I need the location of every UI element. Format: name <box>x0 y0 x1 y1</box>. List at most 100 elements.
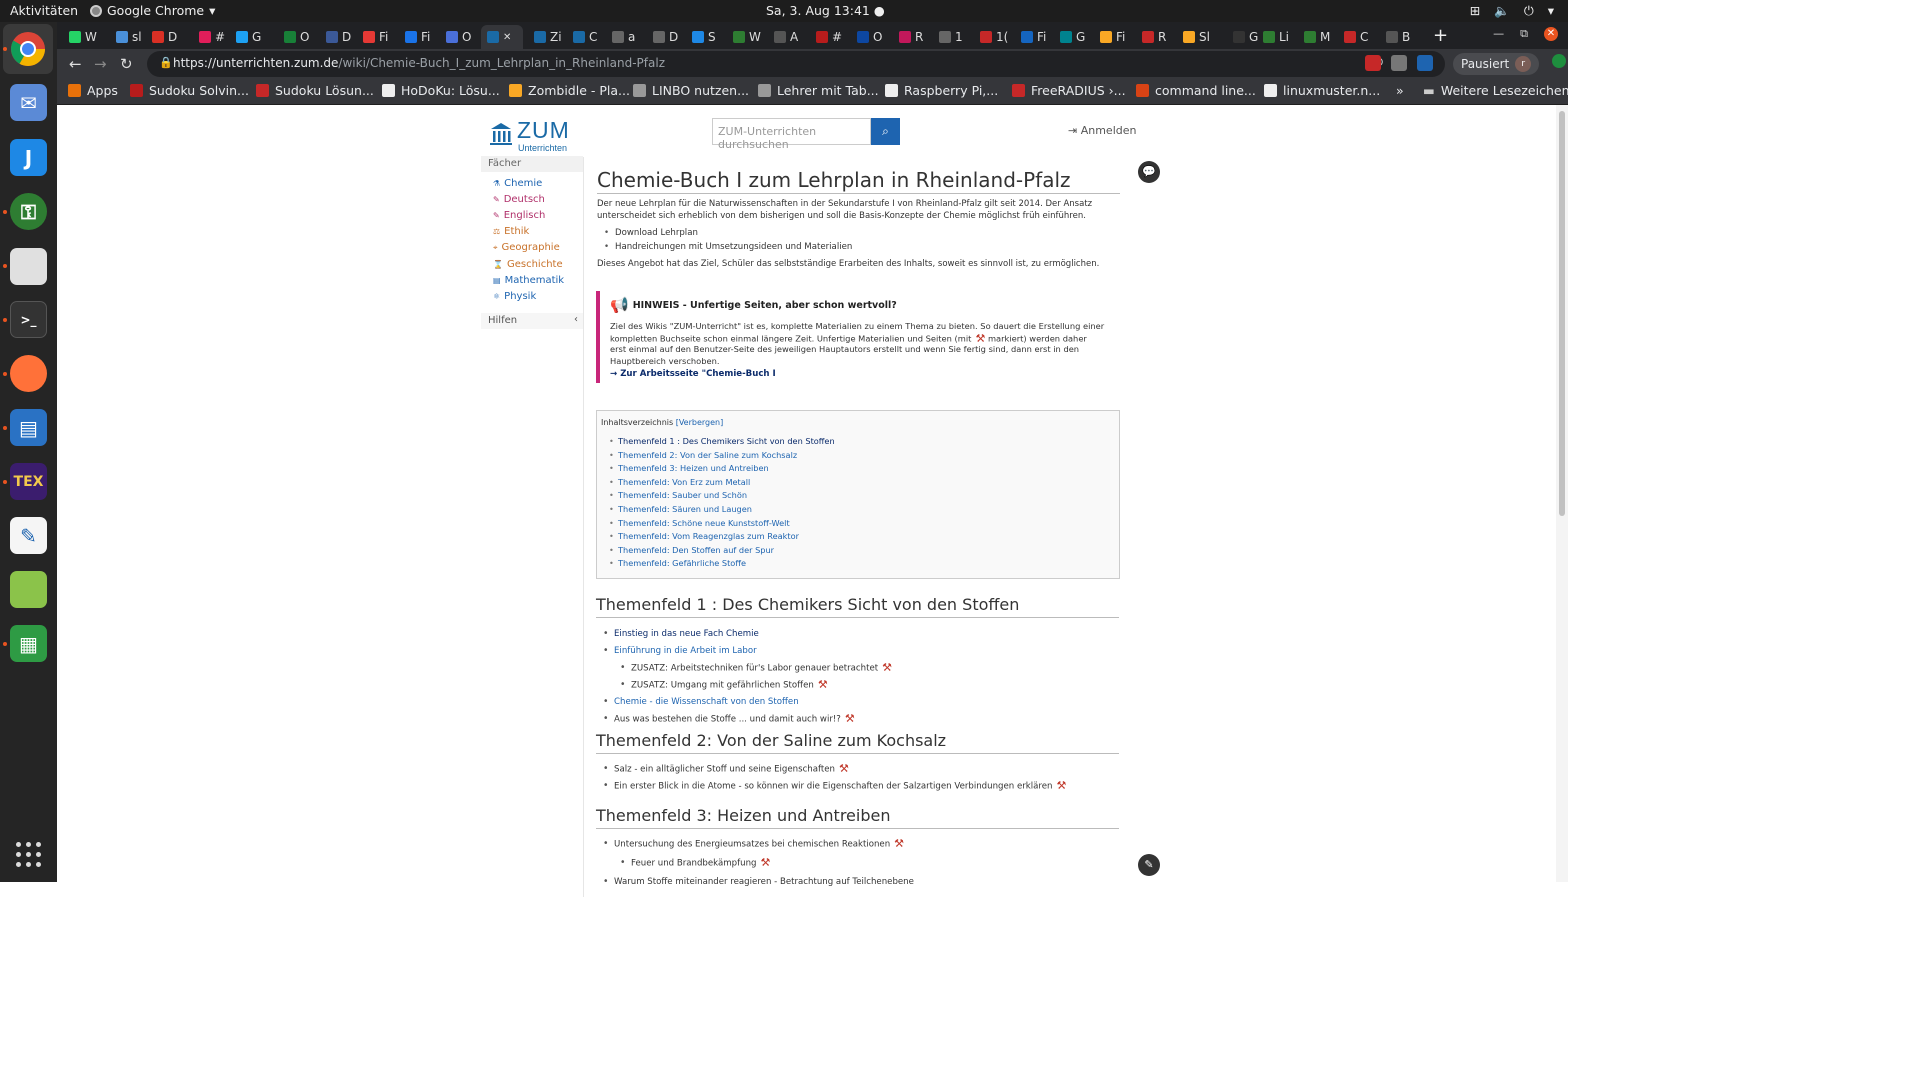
intro-link[interactable]: Handreichungen mit Umsetzungsideen und M… <box>597 240 1133 254</box>
files-dock-icon[interactable] <box>10 248 47 285</box>
update-menu-icon[interactable] <box>1552 54 1566 68</box>
sidebar-item-ethik[interactable]: ⚖ Ethik <box>493 224 583 240</box>
other-bookmarks-folder[interactable]: ▬ Weitere Lesezeichen <box>1423 83 1570 98</box>
browser-tab[interactable]: Fi <box>1015 25 1051 49</box>
bookmark-item[interactable]: LINBO nutzen... <box>633 83 749 98</box>
forward-icon[interactable]: → <box>94 55 107 73</box>
browser-tab[interactable]: G <box>230 25 266 49</box>
clock[interactable]: Sa, 3. Aug 13:41 ● <box>766 3 885 18</box>
browser-tab[interactable]: O <box>440 25 476 49</box>
texmaker-dock-icon[interactable]: TEX <box>10 463 47 500</box>
bookmark-item[interactable]: Apps <box>68 83 118 98</box>
sidebar-item-mathematik[interactable]: ▤ Mathematik <box>493 272 583 288</box>
toc-item[interactable]: Themenfeld: Schöne neue Kunststoff-Welt <box>609 518 1115 532</box>
bookmark-item[interactable]: Zombidle - Pla... <box>509 83 630 98</box>
browser-tab[interactable]: O <box>851 25 887 49</box>
extension-icon[interactable] <box>1365 55 1381 71</box>
writer-dock-icon[interactable]: ▤ <box>10 409 47 446</box>
browser-tab[interactable]: D <box>320 25 356 49</box>
browser-tab[interactable]: A <box>768 25 804 49</box>
sidebar-help-toggle[interactable]: Hilfen ‹ <box>481 312 583 329</box>
reload-icon[interactable]: ↻ <box>120 55 133 73</box>
profile-button[interactable]: Pausiert r <box>1453 53 1540 75</box>
text-editor-dock-icon[interactable]: ✎ <box>10 517 47 554</box>
extension-icon[interactable] <box>1417 55 1433 71</box>
intro-link[interactable]: Download Lehrplan <box>597 226 1133 240</box>
edit-tools-icon[interactable]: ✎ <box>1138 854 1160 876</box>
chat-icon[interactable]: 💬 <box>1138 161 1160 183</box>
search-button[interactable]: ⌕ <box>871 118 900 145</box>
browser-tab[interactable]: B <box>1380 25 1416 49</box>
browser-tab[interactable]: # <box>193 25 229 49</box>
toc-hide-link[interactable]: [Verbergen] <box>676 418 724 427</box>
terminal-dock-icon[interactable]: >_ <box>10 301 47 338</box>
list-item-text[interactable]: Einstieg in das neue Fach Chemie <box>614 629 759 639</box>
browser-tab[interactable]: a <box>606 25 642 49</box>
list-item[interactable]: Chemie - die Wissenschaft von den Stoffe… <box>596 694 892 711</box>
browser-tab[interactable]: M <box>1298 25 1334 49</box>
browser-tab[interactable]: # <box>810 25 846 49</box>
browser-tab[interactable]: Fi <box>357 25 393 49</box>
app-menu[interactable]: Google Chrome ▾ <box>90 3 215 18</box>
browser-tab[interactable]: O <box>278 25 314 49</box>
address-bar[interactable]: 🔒 https://unterrichten.zum.de/wiki/Chemi… <box>147 51 1445 77</box>
toc-item[interactable]: Themenfeld 1 : Des Chemikers Sicht von d… <box>609 436 1115 450</box>
sidebar-item-physik[interactable]: ⚛ Physik <box>493 288 583 304</box>
scrollbar-thumb[interactable] <box>1559 111 1565 516</box>
bookmark-item[interactable]: FreeRADIUS ›... <box>1012 83 1126 98</box>
browser-tab[interactable]: Sl <box>1177 25 1213 49</box>
close-window-button[interactable]: ✕ <box>1544 27 1558 41</box>
bookmark-item[interactable]: linuxmuster.n... <box>1264 83 1380 98</box>
browser-tab[interactable]: C <box>1338 25 1374 49</box>
browser-tab[interactable]: Li <box>1257 25 1293 49</box>
browser-tab-active[interactable]: ✕ <box>481 25 523 49</box>
minimize-button[interactable]: — <box>1493 27 1504 41</box>
back-icon[interactable]: ← <box>69 55 82 73</box>
messages-dock-icon[interactable]: ✉ <box>10 84 47 121</box>
browser-tab[interactable]: S <box>686 25 722 49</box>
browser-tab[interactable]: W <box>727 25 763 49</box>
toc-item[interactable]: Themenfeld: Sauber und Schön <box>609 490 1115 504</box>
bookmark-item[interactable]: Sudoku Solvin... <box>130 83 249 98</box>
extension-icon[interactable] <box>1391 55 1407 71</box>
calc-dock-icon[interactable]: ▦ <box>10 625 47 662</box>
search-input[interactable]: ZUM-Unterrichten durchsuchen <box>712 118 871 151</box>
bookmark-item[interactable]: HoDoKu: Lösu... <box>382 83 500 98</box>
maximize-button[interactable]: ⧉ <box>1520 27 1528 41</box>
browser-tab[interactable]: R <box>893 25 929 49</box>
browser-tab[interactable]: W <box>63 25 99 49</box>
notice-link[interactable]: → Zur Arbeitsseite "Chemie-Buch I <box>610 369 1108 379</box>
activities-button[interactable]: Aktivitäten <box>10 3 78 18</box>
toc-item[interactable]: Themenfeld: Den Stoffen auf der Spur <box>609 545 1115 559</box>
joplin-dock-icon[interactable]: J <box>10 139 47 176</box>
toc-item[interactable]: Themenfeld: Von Erz zum Metall <box>609 477 1115 491</box>
toc-item[interactable]: Themenfeld: Säuren und Laugen <box>609 504 1115 518</box>
toc-item[interactable]: Themenfeld 2: Von der Saline zum Kochsal… <box>609 450 1115 464</box>
list-item[interactable]: Einstieg in das neue Fach Chemie <box>596 626 892 643</box>
browser-tab[interactable]: Zi <box>528 25 564 49</box>
bookmark-item[interactable]: command line... <box>1136 83 1256 98</box>
browser-tab[interactable]: Fi <box>1094 25 1130 49</box>
browser-tab[interactable]: D <box>647 25 683 49</box>
toc-item[interactable]: Themenfeld: Gefährliche Stoffe <box>609 558 1115 572</box>
sidebar-item-geographie[interactable]: ⌖ Geographie <box>493 240 583 256</box>
list-item-text[interactable]: Einführung in die Arbeit im Labor <box>614 646 757 656</box>
login-link[interactable]: ⇥ Anmelden <box>1068 124 1136 137</box>
browser-tab[interactable]: C <box>567 25 603 49</box>
toc-item[interactable]: Themenfeld 3: Heizen und Antreiben <box>609 463 1115 477</box>
chrome-dock-icon[interactable] <box>3 24 53 74</box>
show-apps-icon[interactable] <box>16 842 42 868</box>
keepass-dock-icon[interactable]: ⚿ <box>10 193 47 230</box>
toc-item[interactable]: Themenfeld: Vom Reagenzglas zum Reaktor <box>609 531 1115 545</box>
software-dock-icon[interactable] <box>10 571 47 608</box>
page-scrollbar[interactable] <box>1556 105 1568 882</box>
close-tab-icon[interactable]: ✕ <box>503 32 511 43</box>
system-tray[interactable]: ⊞ 🔈 ⏻ ▾ <box>1470 3 1554 19</box>
browser-tab[interactable]: D <box>146 25 182 49</box>
bookmarks-overflow-button[interactable]: » <box>1396 83 1404 98</box>
sidebar-item-geschichte[interactable]: ⌛ Geschichte <box>493 256 583 272</box>
browser-tab[interactable]: 1( <box>974 25 1010 49</box>
list-item-text[interactable]: Chemie - die Wissenschaft von den Stoffe… <box>614 697 799 707</box>
firefox-dock-icon[interactable] <box>10 355 47 392</box>
new-tab-button[interactable]: + <box>1433 25 1448 46</box>
